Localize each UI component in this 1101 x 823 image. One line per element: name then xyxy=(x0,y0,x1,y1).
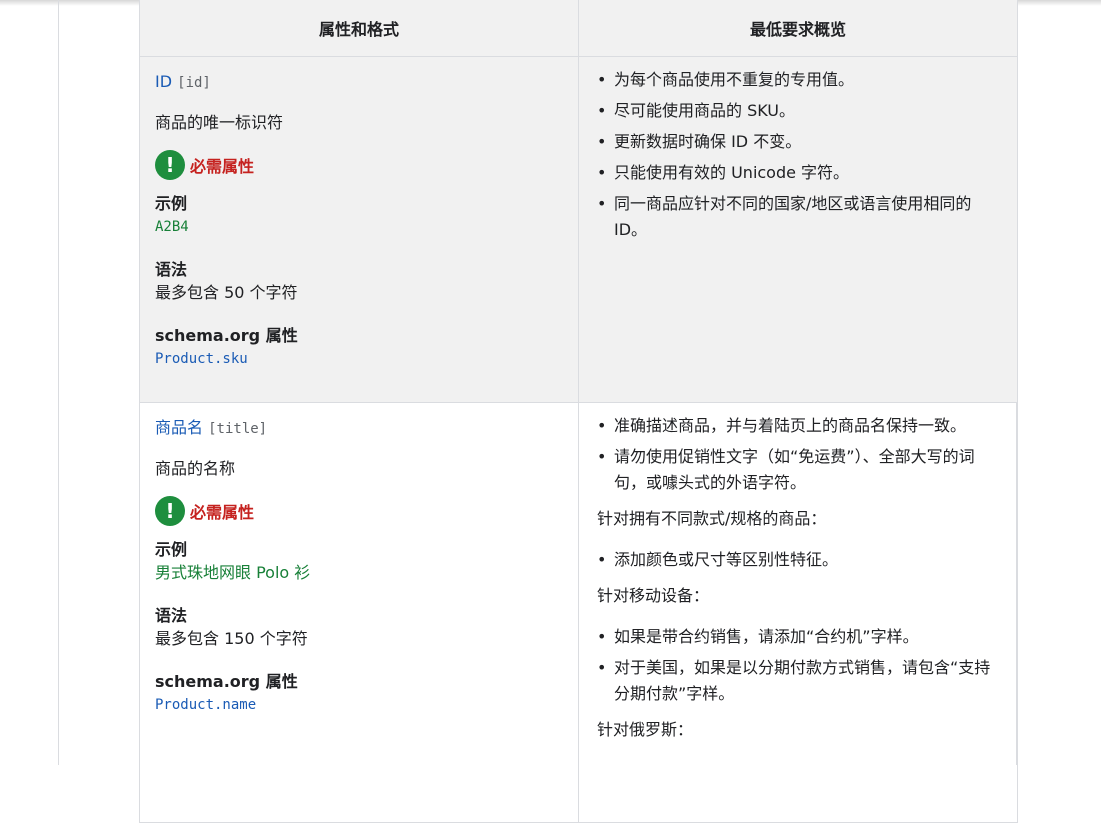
table-row-id: ID [id] 商品的唯一标识符 ! 必需属性 示例 A2B4 语法 最多包含 … xyxy=(139,56,1018,403)
required-badge: ! 必需属性 xyxy=(155,495,563,527)
table-header-row: 属性和格式 最低要求概览 xyxy=(139,0,1018,57)
required-label: 必需属性 xyxy=(190,157,255,176)
requirements-list: 准确描述商品，并与着陆页上的商品名保持一致。 请勿使用促销性文字（如“免运费”）… xyxy=(597,413,1002,496)
russia-heading: 针对俄罗斯： xyxy=(597,720,694,739)
attribute-description: 商品的唯一标识符 xyxy=(155,113,284,132)
example-title: 示例 xyxy=(155,540,188,559)
syntax-value: 最多包含 50 个字符 xyxy=(155,283,298,302)
list-item: 同一商品应针对不同的国家/地区或语言使用相同的 ID。 xyxy=(597,191,1002,243)
schema-value: Product.name xyxy=(155,697,257,713)
list-item: 对于美国，如果是以分期付款方式销售，请包含“支持分期付款”字样。 xyxy=(597,655,1002,707)
mobile-heading: 针对移动设备： xyxy=(597,586,710,605)
list-item: 更新数据时确保 ID 不变。 xyxy=(597,129,1002,155)
syntax-title: 语法 xyxy=(155,260,188,279)
attribute-title: ID [id] xyxy=(155,70,563,94)
requirements-cell: 准确描述商品，并与着陆页上的商品名保持一致。 请勿使用促销性文字（如“免运费”）… xyxy=(578,402,1018,823)
list-item: 添加颜色或尺寸等区别性特征。 xyxy=(597,547,1002,573)
header-requirements-overview: 最低要求概览 xyxy=(578,0,1018,57)
list-item: 如果是带合约销售，请添加“合约机”字样。 xyxy=(597,624,1002,650)
exclamation-icon: ! xyxy=(155,496,185,526)
requirements-list: 为每个商品使用不重复的专用值。 尽可能使用商品的 SKU。 更新数据时确保 ID… xyxy=(597,67,1002,243)
attribute-code: [id] xyxy=(177,75,211,91)
example-title: 示例 xyxy=(155,194,188,213)
list-item: 请勿使用促销性文字（如“免运费”）、全部大写的词句，或噱头式的外语字符。 xyxy=(597,444,1002,496)
attribute-spec-table: 属性和格式 最低要求概览 ID [id] 商品的唯一标识符 ! 必需属性 示例 xyxy=(139,0,1018,823)
attribute-name: ID xyxy=(155,72,173,91)
variants-list: 添加颜色或尺寸等区别性特征。 xyxy=(597,547,1002,573)
attribute-name: 商品名 xyxy=(155,418,204,437)
table-row-title: 商品名 [title] 商品的名称 ! 必需属性 示例 男式珠地网眼 Polo … xyxy=(139,402,1018,823)
attribute-cell: 商品名 [title] 商品的名称 ! 必需属性 示例 男式珠地网眼 Polo … xyxy=(139,402,579,823)
requirements-cell: 为每个商品使用不重复的专用值。 尽可能使用商品的 SKU。 更新数据时确保 ID… xyxy=(578,56,1018,403)
schema-value: Product.sku xyxy=(155,351,248,367)
mobile-list: 如果是带合约销售，请添加“合约机”字样。 对于美国，如果是以分期付款方式销售，请… xyxy=(597,624,1002,707)
attribute-code: [title] xyxy=(208,421,268,437)
syntax-value: 最多包含 150 个字符 xyxy=(155,629,308,648)
schema-title: schema.org 属性 xyxy=(155,672,298,691)
header-attribute-format: 属性和格式 xyxy=(139,0,579,57)
required-label: 必需属性 xyxy=(190,503,255,522)
attribute-description: 商品的名称 xyxy=(155,459,236,478)
list-item: 为每个商品使用不重复的专用值。 xyxy=(597,67,1002,93)
schema-title: schema.org 属性 xyxy=(155,326,298,345)
exclamation-icon: ! xyxy=(155,150,185,180)
list-item: 准确描述商品，并与着陆页上的商品名保持一致。 xyxy=(597,413,1002,439)
list-item: 只能使用有效的 Unicode 字符。 xyxy=(597,160,1002,186)
example-value: A2B4 xyxy=(155,219,189,235)
list-item: 尽可能使用商品的 SKU。 xyxy=(597,98,1002,124)
required-badge: ! 必需属性 xyxy=(155,149,563,181)
example-value: 男式珠地网眼 Polo 衫 xyxy=(155,563,311,582)
variants-heading: 针对拥有不同款式/规格的商品： xyxy=(597,509,827,528)
attribute-cell: ID [id] 商品的唯一标识符 ! 必需属性 示例 A2B4 语法 最多包含 … xyxy=(139,56,579,403)
page-gutter-divider xyxy=(58,0,59,765)
syntax-title: 语法 xyxy=(155,606,188,625)
attribute-title: 商品名 [title] xyxy=(155,416,563,440)
